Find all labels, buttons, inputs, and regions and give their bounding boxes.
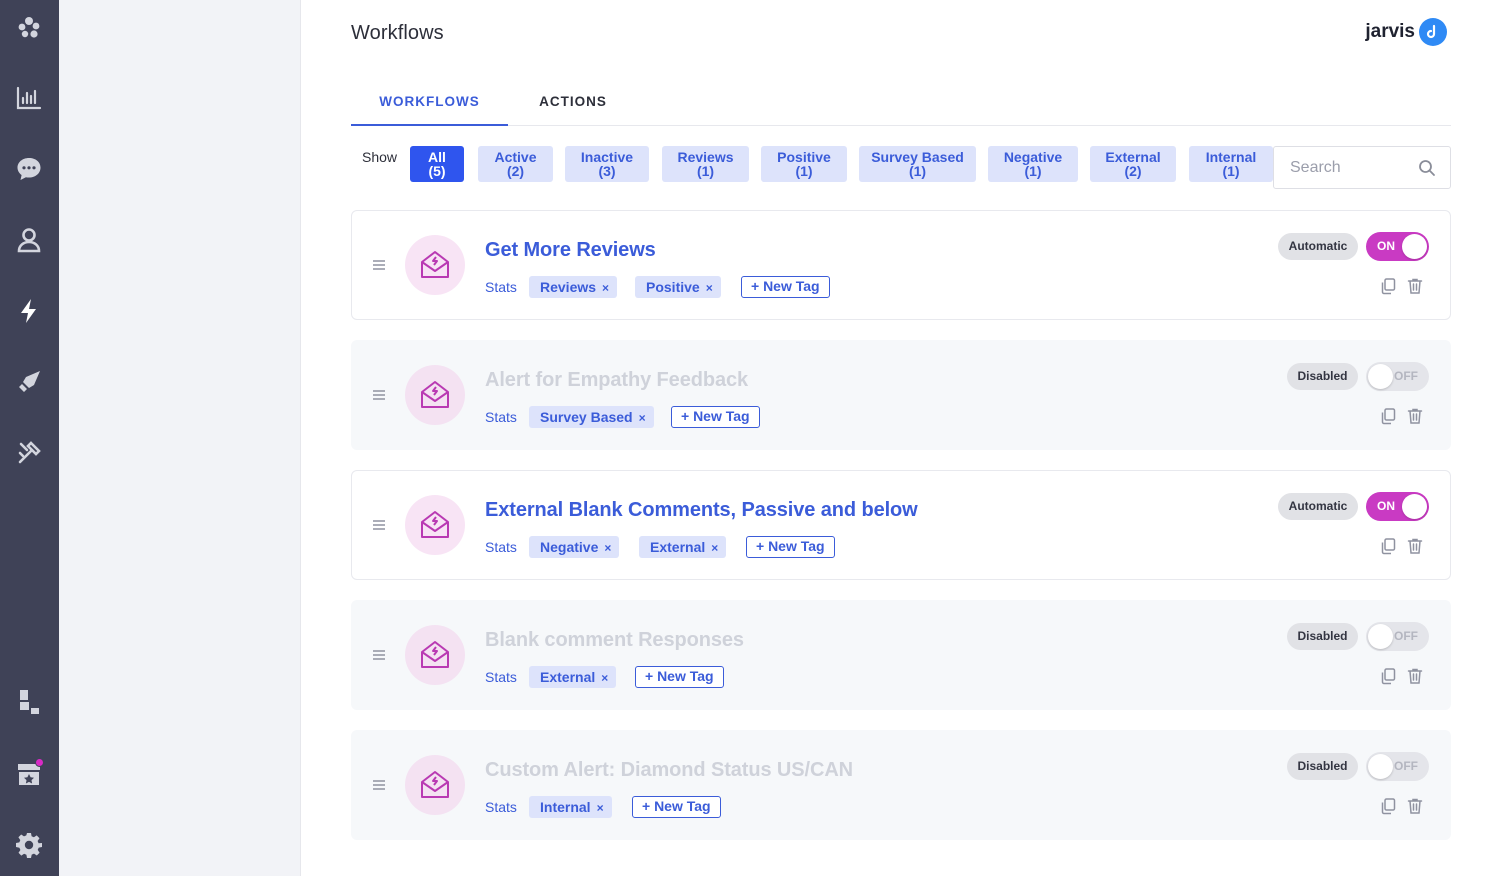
workflow-title[interactable]: Custom Alert: Diamond Status US/CAN	[485, 759, 853, 782]
main-content: Workflows jarvis WORKFLOWS ACTIONS Show …	[301, 0, 1492, 876]
filter-chip-external[interactable]: External (2)	[1090, 146, 1176, 182]
copy-icon[interactable]	[1379, 407, 1397, 425]
workflow-card[interactable]: Alert for Empathy Feedback Stats Survey …	[351, 340, 1451, 450]
brand-logo: jarvis	[1365, 18, 1447, 46]
new-tag-button[interactable]: + New Tag	[632, 796, 721, 818]
tag-chip: Positive ×	[635, 276, 721, 298]
filter-chip-inactive[interactable]: Inactive (3)	[565, 146, 649, 182]
tag-remove-icon[interactable]: ×	[706, 281, 713, 295]
notification-badge	[35, 758, 44, 767]
copy-icon[interactable]	[1379, 537, 1397, 555]
mode-badge: Disabled	[1287, 363, 1358, 390]
drag-handle-icon[interactable]	[372, 779, 386, 791]
workflow-envelope-icon	[405, 755, 465, 815]
tag-chip: External ×	[639, 536, 727, 558]
workflow-toggle[interactable]: OFF	[1366, 752, 1429, 781]
drag-handle-icon[interactable]	[372, 389, 386, 401]
drag-handle-icon[interactable]	[372, 519, 386, 531]
tag-chip: Reviews ×	[529, 276, 618, 298]
stats-link[interactable]: Stats	[485, 409, 517, 425]
mode-badge: Disabled	[1287, 753, 1358, 780]
workspace-logo-icon[interactable]	[12, 10, 46, 44]
analytics-icon[interactable]	[12, 81, 46, 115]
new-tag-button[interactable]: + New Tag	[741, 276, 830, 298]
tag-chip: Internal ×	[529, 796, 612, 818]
workflow-envelope-icon	[405, 495, 465, 555]
tag-chip: External ×	[529, 666, 617, 688]
filter-chip-survey-based[interactable]: Survey Based (1)	[859, 146, 976, 182]
tag-remove-icon[interactable]: ×	[604, 541, 611, 555]
delete-icon[interactable]	[1406, 277, 1424, 295]
workflow-toggle[interactable]: OFF	[1366, 622, 1429, 651]
search-icon[interactable]	[1418, 159, 1436, 177]
tag-remove-icon[interactable]: ×	[602, 281, 609, 295]
workflow-card[interactable]: Blank comment Responses Stats External × …	[351, 600, 1451, 710]
tools-icon[interactable]	[12, 436, 46, 470]
page-title: Workflows	[351, 22, 444, 44]
tab-actions[interactable]: ACTIONS	[508, 86, 638, 126]
workflow-envelope-icon	[405, 625, 465, 685]
search-box	[1273, 146, 1451, 189]
workflows-bolt-icon[interactable]	[12, 294, 46, 328]
search-input[interactable]	[1274, 147, 1414, 188]
copy-icon[interactable]	[1379, 797, 1397, 815]
workflow-title[interactable]: Alert for Empathy Feedback	[485, 369, 748, 392]
chat-icon[interactable]	[12, 152, 46, 186]
left-nav-rail	[0, 0, 59, 876]
workflow-title[interactable]: Blank comment Responses	[485, 629, 744, 652]
stats-link[interactable]: Stats	[485, 279, 517, 295]
workflow-envelope-icon	[405, 235, 465, 295]
copy-icon[interactable]	[1379, 277, 1397, 295]
filter-chip-negative[interactable]: Negative (1)	[988, 146, 1078, 182]
brand-mark-icon	[1419, 18, 1447, 46]
delete-icon[interactable]	[1406, 407, 1424, 425]
stats-link[interactable]: Stats	[485, 669, 517, 685]
new-tag-button[interactable]: + New Tag	[671, 406, 760, 428]
workflow-card[interactable]: Custom Alert: Diamond Status US/CAN Stat…	[351, 730, 1451, 840]
workflow-card[interactable]: Get More Reviews Stats Reviews × Positive…	[351, 210, 1451, 320]
tag-remove-icon[interactable]: ×	[597, 801, 604, 815]
workflow-toggle[interactable]: ON	[1366, 492, 1429, 521]
new-tag-button[interactable]: + New Tag	[746, 536, 835, 558]
filter-show-label: Show	[362, 149, 398, 165]
mode-badge: Automatic	[1278, 233, 1358, 260]
filter-chip-internal[interactable]: Internal (1)	[1189, 146, 1273, 182]
tab-bar: WORKFLOWS ACTIONS	[351, 86, 1451, 126]
workflow-title[interactable]: External Blank Comments, Passive and bel…	[485, 499, 918, 522]
workflow-toggle[interactable]: ON	[1366, 232, 1429, 261]
delete-icon[interactable]	[1406, 537, 1424, 555]
integrations-icon[interactable]	[12, 685, 46, 719]
filter-chip-positive[interactable]: Positive (1)	[761, 146, 847, 182]
tag-remove-icon[interactable]: ×	[601, 671, 608, 685]
contacts-icon[interactable]	[12, 223, 46, 257]
workflow-title[interactable]: Get More Reviews	[485, 239, 656, 262]
secondary-panel	[59, 0, 301, 876]
filter-chip-all[interactable]: All (5)	[410, 146, 464, 182]
tag-chip: Negative ×	[529, 536, 620, 558]
drag-handle-icon[interactable]	[372, 649, 386, 661]
delete-icon[interactable]	[1406, 797, 1424, 815]
new-tag-button[interactable]: + New Tag	[635, 666, 724, 688]
filter-chip-reviews[interactable]: Reviews (1)	[662, 146, 749, 182]
stats-link[interactable]: Stats	[485, 539, 517, 555]
marketplace-icon[interactable]	[12, 757, 46, 791]
delete-icon[interactable]	[1406, 667, 1424, 685]
workflow-toggle[interactable]: OFF	[1366, 362, 1429, 391]
tag-chip: Survey Based ×	[529, 406, 654, 428]
drag-handle-icon[interactable]	[372, 259, 386, 271]
tag-remove-icon[interactable]: ×	[711, 541, 718, 555]
tab-workflows[interactable]: WORKFLOWS	[351, 86, 508, 126]
brand-name: jarvis	[1365, 21, 1415, 42]
settings-gear-icon[interactable]	[12, 828, 46, 862]
stats-link[interactable]: Stats	[485, 799, 517, 815]
workflow-envelope-icon	[405, 365, 465, 425]
campaigns-rocket-icon[interactable]	[12, 365, 46, 399]
workflow-card[interactable]: External Blank Comments, Passive and bel…	[351, 470, 1451, 580]
mode-badge: Disabled	[1287, 623, 1358, 650]
filter-chip-active[interactable]: Active (2)	[478, 146, 553, 182]
mode-badge: Automatic	[1278, 493, 1358, 520]
tag-remove-icon[interactable]: ×	[639, 411, 646, 425]
copy-icon[interactable]	[1379, 667, 1397, 685]
